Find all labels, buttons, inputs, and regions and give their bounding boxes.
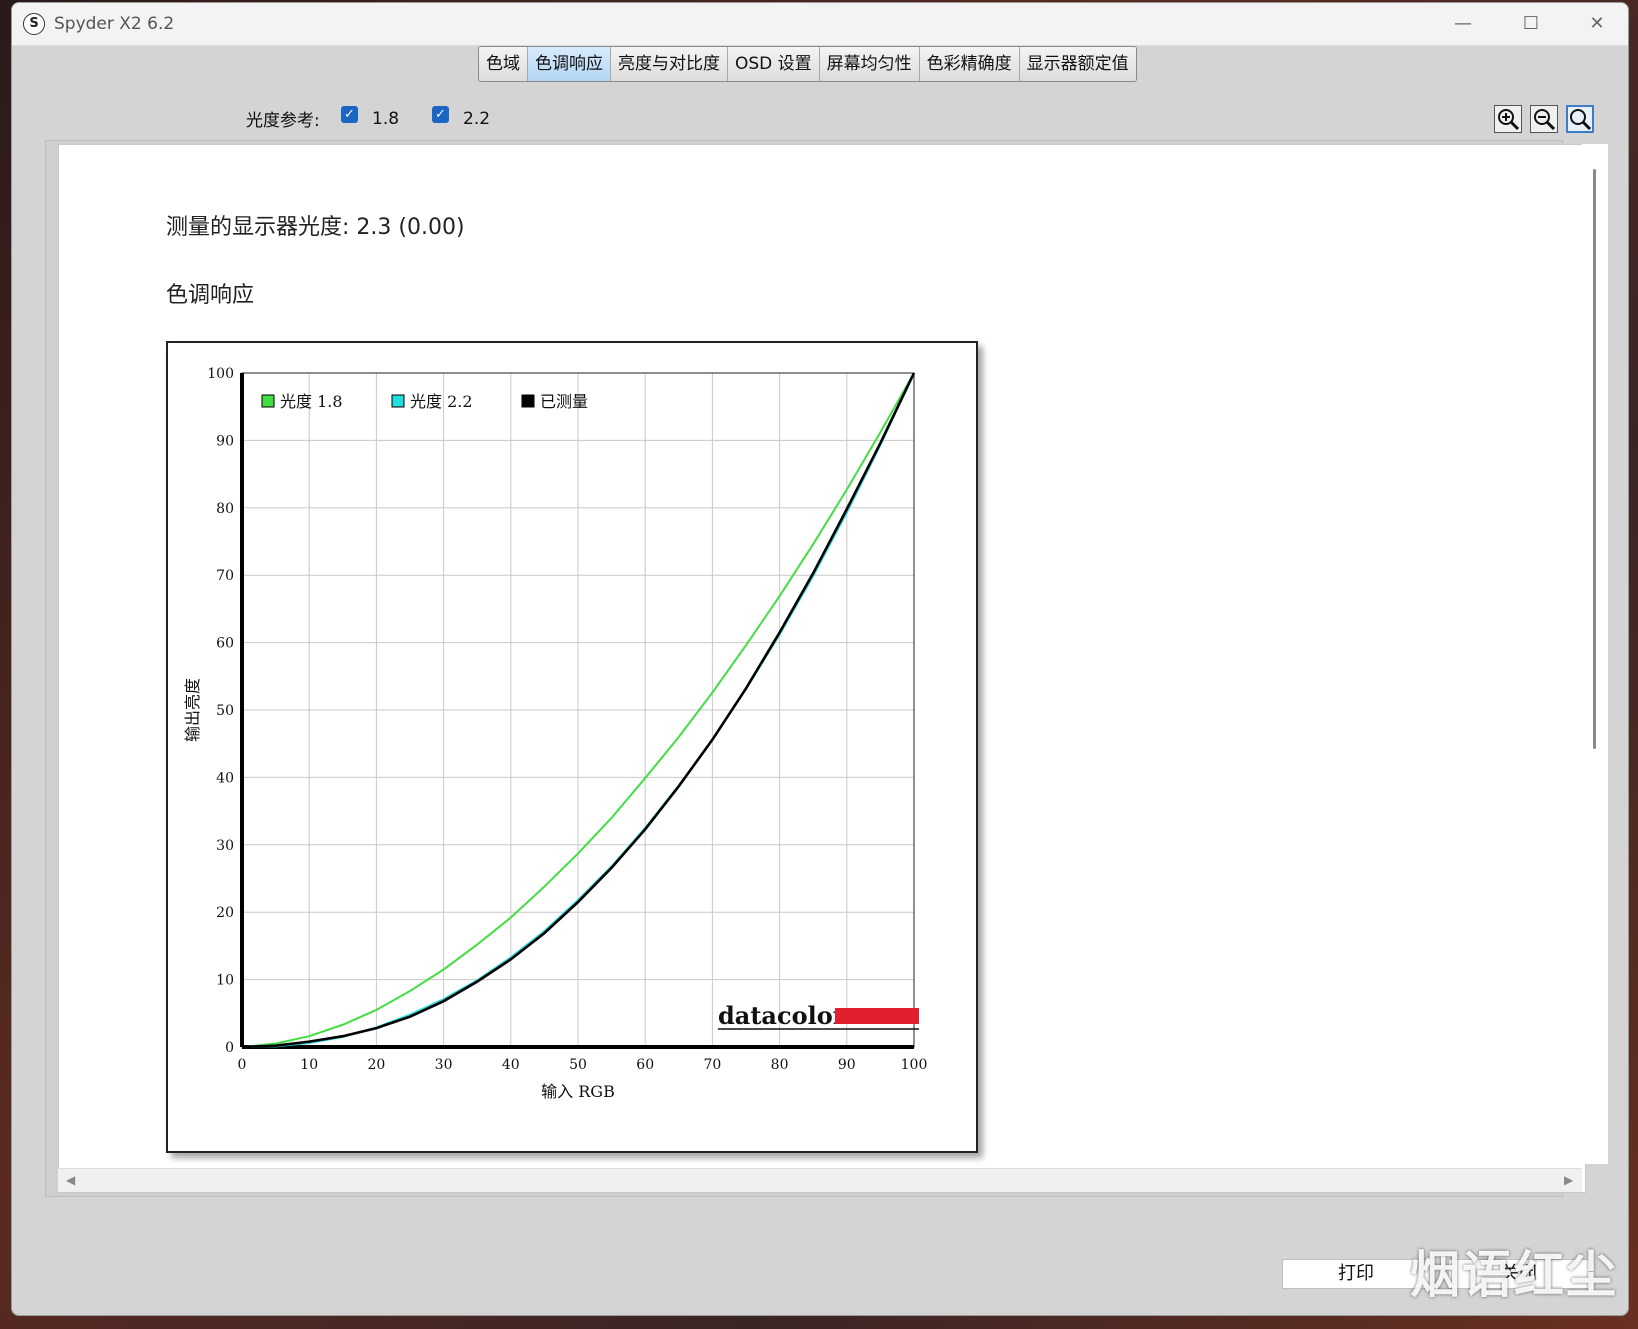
horizontal-scrollbar[interactable]: ◀ ▶ <box>58 1168 1582 1192</box>
minimize-button[interactable]: — <box>1430 3 1496 45</box>
gamma-1-8-checkbox[interactable]: ✓ <box>341 106 358 123</box>
tab-bar: 色域 色调响应 亮度与对比度 OSD 设置 屏幕均匀性 色彩精确度 显示器额定值 <box>478 46 1137 82</box>
x-axis-label: 输入 RGB <box>541 1082 615 1101</box>
x-tick-label: 100 <box>901 1057 928 1073</box>
vertical-scrollbar[interactable] <box>1582 144 1608 1164</box>
legend-swatch-3 <box>521 394 535 408</box>
maximize-button[interactable]: ☐ <box>1498 3 1564 45</box>
vertical-scroll-thumb[interactable] <box>1593 169 1596 749</box>
app-window: S Spyder X2 6.2 — ☐ ✕ 色域 色调响应 亮度与对比度 OSD… <box>11 2 1629 1316</box>
measured-gamma-text: 测量的显示器光度: 2.3 (0.00) <box>166 215 465 240</box>
tab-gamut[interactable]: 色域 <box>479 47 528 81</box>
gamma-2-2-label: 2.2 <box>463 109 491 129</box>
x-tick-label: 70 <box>703 1057 721 1073</box>
datacolor-logo-bar <box>835 1008 919 1024</box>
x-tick-label: 40 <box>502 1057 520 1073</box>
legend-swatch-2 <box>391 394 405 408</box>
legend-swatch-1 <box>261 394 275 408</box>
y-tick-label: 70 <box>216 568 234 584</box>
gamma-1-8-label: 1.8 <box>372 109 400 129</box>
y-tick-label: 60 <box>216 636 234 652</box>
tab-uniformity[interactable]: 屏幕均匀性 <box>819 47 920 81</box>
zoom-fit-icon[interactable] <box>1566 105 1594 133</box>
y-tick-label: 90 <box>216 433 234 449</box>
tab-display-rating[interactable]: 显示器额定值 <box>1019 47 1136 81</box>
datacolor-logo-text: datacolor <box>718 1001 846 1030</box>
print-button[interactable]: 打印 <box>1282 1259 1430 1289</box>
y-tick-label: 80 <box>216 501 234 517</box>
window-title: Spyder X2 6.2 <box>54 14 175 34</box>
gamma-2-2-checkbox[interactable]: ✓ <box>432 106 449 123</box>
x-tick-label: 90 <box>838 1057 856 1073</box>
watermark-text: 烟语红尘 <box>1410 1246 1618 1304</box>
x-tick-label: 60 <box>636 1057 654 1073</box>
x-tick-label: 30 <box>435 1057 453 1073</box>
y-tick-label: 40 <box>216 770 234 786</box>
spyder-app-icon: S <box>23 13 45 35</box>
legend-label-3: 已测量 <box>540 392 588 411</box>
y-tick-label: 50 <box>216 703 234 719</box>
tone-response-chart: 0 10 20 30 40 50 60 70 80 90 100 0 10 20 30 40 50 60 70 80 9… <box>166 341 978 1153</box>
x-tick-label: 80 <box>771 1057 789 1073</box>
x-tick-label: 10 <box>300 1057 318 1073</box>
close-window-button[interactable]: ✕ <box>1564 3 1628 45</box>
scroll-right-icon[interactable]: ▶ <box>1564 1173 1573 1187</box>
y-tick-label: 0 <box>225 1040 234 1056</box>
legend-label-1: 光度 1.8 <box>280 392 343 411</box>
y-tick-label: 30 <box>216 838 234 854</box>
gamma-reference-label: 光度参考: <box>246 111 320 131</box>
tab-osd-settings[interactable]: OSD 设置 <box>728 47 820 81</box>
tone-response-heading: 色调响应 <box>166 283 255 308</box>
legend-label-2: 光度 2.2 <box>410 392 473 411</box>
report-area: 测量的显示器光度: 2.3 (0.00) 色调响应 0 10 20 30 40 50 60 7… <box>58 144 1586 1193</box>
tab-color-accuracy[interactable]: 色彩精确度 <box>919 47 1020 81</box>
tab-tone-response[interactable]: 色调响应 <box>528 47 611 81</box>
y-tick-label: 20 <box>216 905 234 921</box>
y-axis-label: 输出亮度 <box>183 678 202 742</box>
chart-svg: 0 10 20 30 40 50 60 70 80 90 100 0 10 20 30 40 50 60 70 80 9… <box>183 366 928 1101</box>
tab-brightness-contrast[interactable]: 亮度与对比度 <box>611 47 728 81</box>
zoom-in-icon[interactable] <box>1494 105 1522 133</box>
x-tick-label: 50 <box>569 1057 587 1073</box>
x-tick-label: 0 <box>238 1057 247 1073</box>
scroll-left-icon[interactable]: ◀ <box>66 1173 75 1187</box>
zoom-out-icon[interactable] <box>1530 105 1558 133</box>
y-tick-label: 100 <box>207 366 234 382</box>
y-tick-label: 10 <box>216 973 234 989</box>
title-bar[interactable]: S Spyder X2 6.2 — ☐ ✕ <box>12 3 1628 46</box>
x-tick-label: 20 <box>367 1057 385 1073</box>
